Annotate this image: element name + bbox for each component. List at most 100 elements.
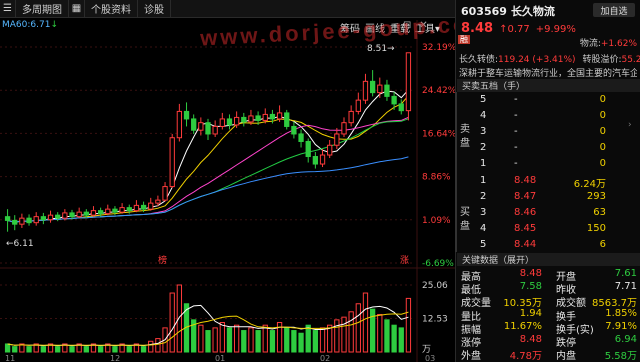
candle-body	[384, 84, 390, 97]
sector-flow-value: +1.62%	[600, 39, 637, 49]
volume-bar	[226, 327, 233, 353]
ma60-line	[7, 156, 409, 223]
sell-label-1: 卖	[460, 124, 470, 135]
sell-level-5[interactable]: 5 - 0	[476, 94, 636, 110]
candle-body	[377, 84, 383, 94]
pct-tick-label: 24.42%	[422, 86, 455, 96]
candle-body	[105, 208, 111, 215]
pct-tick-label: 1.09%	[422, 216, 451, 226]
sell-level-1[interactable]: 1 - 0	[476, 158, 636, 174]
volume-bar	[334, 319, 340, 353]
candle-body	[47, 214, 54, 221]
order-price: 8.48	[514, 175, 537, 186]
candle-body	[76, 211, 82, 218]
candle-body	[305, 140, 311, 158]
candle-body	[355, 99, 361, 112]
candle-body	[162, 186, 168, 201]
candle-body	[155, 199, 161, 204]
key-data-label: 外盘	[461, 351, 481, 362]
buy-level-3[interactable]: 3 8.46 63	[476, 207, 636, 223]
volume-bar	[291, 330, 297, 353]
volume-bar	[327, 324, 333, 353]
volume-bar	[384, 319, 390, 353]
candle-body	[327, 144, 333, 156]
volume-bar	[219, 322, 225, 353]
key-data-value: 1.85%	[605, 307, 637, 319]
candle-body	[191, 118, 197, 131]
candle-body	[334, 133, 340, 146]
convertible-bond[interactable]: 长久转债:119.24 (+3.41%) 转股溢价:55.24%	[459, 52, 640, 65]
volume-bar	[112, 346, 118, 353]
ma10-line	[7, 95, 409, 223]
candle-body	[169, 137, 175, 188]
volume-bar	[97, 346, 104, 353]
candle-body	[284, 112, 290, 127]
candle-body	[233, 116, 240, 126]
volume-bar	[212, 327, 218, 353]
date-tick-label: 01	[215, 354, 225, 362]
price-change: ↑0.77	[499, 24, 530, 35]
volume-bar	[155, 338, 161, 353]
candle-body	[4, 216, 11, 221]
key-data-value: 5.58万	[604, 351, 637, 362]
key-data-row: 成交量 10.35万 成交额 8563.7万	[461, 294, 637, 309]
moving-averages	[7, 89, 409, 223]
candle-body	[198, 122, 204, 131]
volume-bar	[12, 346, 18, 353]
convertible-label: 长久转债:	[459, 55, 499, 65]
order-level: 2	[480, 191, 487, 202]
order-level: 4	[480, 110, 487, 121]
key-data-row: 振幅 11.67% 换手(实) 7.91%	[461, 321, 637, 336]
order-price: 8.45	[514, 223, 537, 234]
pct-tick-label: -6.69%	[422, 259, 454, 269]
price-line: 8.48 ↑0.77 +9.99%	[461, 21, 576, 36]
candle-body	[312, 156, 319, 165]
volume-bar	[355, 303, 361, 353]
order-level: 1	[480, 175, 487, 186]
volume-bar	[26, 346, 32, 353]
add-watchlist-button[interactable]: 加自选	[593, 3, 635, 17]
candle-body	[348, 110, 354, 124]
volume-tick-label: 12.53	[422, 315, 448, 325]
price-chart[interactable]: 32.19% 24.42% 16.64% 8.86% 1.09% -6.69% 25.06 1…	[0, 0, 455, 362]
order-qty: 6	[599, 239, 606, 250]
buy-level-2[interactable]: 2 8.47 293	[476, 191, 636, 207]
buy-level-1[interactable]: 1 8.48 6.24万	[476, 175, 636, 191]
volume-bar	[398, 327, 404, 353]
candle-body	[291, 125, 297, 135]
volume-bar	[198, 324, 204, 353]
key-data-header[interactable]: 关键数据（展开）	[457, 253, 640, 266]
volume-bar	[391, 324, 397, 353]
volume-bar	[312, 330, 319, 353]
buy-level-4[interactable]: 4 8.45 150	[476, 223, 636, 239]
order-qty: 0	[599, 158, 606, 169]
candle-body	[55, 214, 61, 219]
volume-bar	[55, 346, 61, 353]
volume-bar	[305, 324, 311, 353]
key-data-label: 内盘	[556, 351, 576, 362]
candle-body	[219, 118, 225, 127]
stock-name: 长久物流	[510, 5, 555, 18]
volume-bar	[4, 343, 11, 353]
low-mark-label: ←6.11	[6, 239, 34, 249]
sell-level-2[interactable]: 2 - 0	[476, 142, 636, 158]
sell-level-4[interactable]: 4 - 0	[476, 110, 636, 126]
volume-bar	[262, 324, 268, 353]
sector-flow[interactable]: 物流:+1.62%	[459, 36, 637, 49]
candle-body	[262, 113, 268, 121]
volume-bar	[377, 313, 383, 353]
order-level: 1	[480, 158, 487, 169]
key-data-value: 7.61	[614, 268, 637, 279]
order-level: 5	[480, 239, 487, 250]
order-level: 5	[480, 94, 487, 105]
sell-level-3[interactable]: 3 - 0	[476, 126, 636, 142]
date-tick-label: 12	[110, 354, 120, 362]
volume-bar	[40, 346, 47, 353]
order-level: 3	[480, 207, 487, 218]
chevron-right-icon[interactable]: ›	[628, 120, 632, 130]
order-level: 3	[480, 126, 487, 137]
order-price: -	[514, 110, 518, 121]
price-change-value: 0.77	[507, 24, 530, 35]
order-price: -	[514, 142, 518, 153]
volume-bar	[169, 292, 175, 353]
